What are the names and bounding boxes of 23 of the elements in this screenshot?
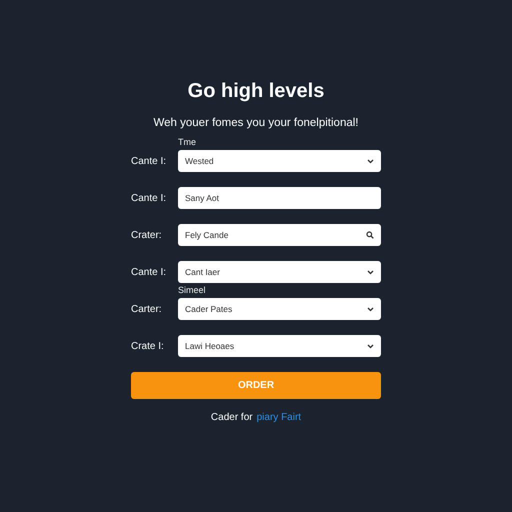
footer-link[interactable]: piary Fairt [256,412,302,423]
dropdown[interactable]: Cader Pates [178,298,381,320]
search-field[interactable]: Fely Cande [178,224,381,246]
field-caption: Simeel [178,285,207,296]
dropdown[interactable]: Lawi Heoaes [178,335,381,357]
field-caption: Tme [178,137,197,148]
field-label: Crate I: [131,340,165,352]
search-icon [366,231,374,239]
field-label: Crater: [131,230,163,240]
footer-text: Cader for [210,412,253,423]
chevron-down-icon [367,270,374,274]
dropdown[interactable]: Cant Iaer [178,261,381,283]
dropdown[interactable]: Wested [178,150,381,172]
page-title: Go high levels [188,80,324,102]
input-field[interactable]: Sany Aot [178,187,381,209]
chevron-down-icon [367,344,374,348]
subtitle: Weh youer fomes you your fonelpitional! [154,116,358,130]
field-label: Cante I: [131,266,168,278]
field-label: Cante I: [131,192,168,204]
chevron-down-icon [367,158,374,164]
field-label: Cante I: [131,156,168,166]
chevron-down-icon [367,306,374,312]
field-label: Carter: [131,304,163,314]
